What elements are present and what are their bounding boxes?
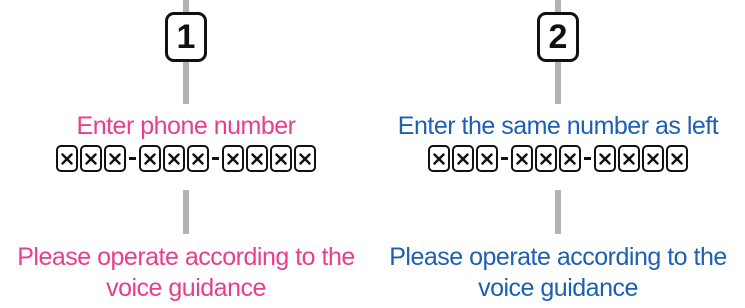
- digit-placeholder-box: [163, 145, 185, 172]
- number-separator: [501, 157, 508, 160]
- step-2-column: 2 Enter the same number as left Please o…: [372, 0, 744, 308]
- step-1-column: 1 Enter phone number Please operate acco…: [0, 0, 372, 308]
- connector-line-bottom: [555, 190, 561, 234]
- digit-placeholder-box: [511, 145, 533, 172]
- phone-number-mask: [0, 145, 372, 172]
- digit-placeholder-box: [559, 145, 581, 172]
- digit-placeholder-box: [642, 145, 664, 172]
- digit-placeholder-box: [270, 145, 292, 172]
- digit-placeholder-box: [535, 145, 557, 172]
- cross-icon: [671, 152, 683, 165]
- digit-placeholder-box: [56, 145, 78, 172]
- digit-placeholder-box: [139, 145, 161, 172]
- cross-icon: [433, 152, 445, 165]
- number-separator: [584, 157, 591, 160]
- cross-icon: [481, 152, 493, 165]
- cross-icon: [564, 152, 576, 165]
- cross-icon: [85, 152, 97, 165]
- digit-placeholder-box: [476, 145, 498, 172]
- digit-placeholder-box: [452, 145, 474, 172]
- cross-icon: [647, 152, 659, 165]
- cross-icon: [144, 152, 156, 165]
- connector-line-mid: [555, 62, 561, 104]
- digit-placeholder-box: [666, 145, 688, 172]
- step-2-title: Enter the same number as left: [397, 112, 719, 140]
- digit-placeholder-box: [187, 145, 209, 172]
- digit-placeholder-box: [618, 145, 640, 172]
- cross-icon: [192, 152, 204, 165]
- number-separator: [212, 157, 219, 160]
- cross-icon: [168, 152, 180, 165]
- cross-icon: [227, 152, 239, 165]
- digit-placeholder-box: [80, 145, 102, 172]
- step-1-guidance: Please operate according to the voice gu…: [17, 243, 355, 302]
- connector-line-top: [555, 0, 561, 12]
- number-separator: [129, 157, 136, 160]
- digit-placeholder-box: [428, 145, 450, 172]
- step-2-guidance: Please operate according to the voice gu…: [389, 243, 727, 302]
- cross-icon: [109, 152, 121, 165]
- digit-placeholder-box: [594, 145, 616, 172]
- connector-line-mid: [183, 62, 189, 104]
- cross-icon: [516, 152, 528, 165]
- digit-placeholder-box: [104, 145, 126, 172]
- digit-placeholder-box: [222, 145, 244, 172]
- cross-icon: [251, 152, 263, 165]
- step-1-title: Enter phone number: [76, 112, 296, 140]
- digit-placeholder-box: [246, 145, 268, 172]
- phone-number-mask: [372, 145, 744, 172]
- step-1-badge: 1: [165, 12, 207, 62]
- connector-line-bottom: [183, 190, 189, 234]
- cross-icon: [299, 152, 311, 165]
- cross-icon: [540, 152, 552, 165]
- digit-placeholder-box: [294, 145, 316, 172]
- cross-icon: [61, 152, 73, 165]
- cross-icon: [275, 152, 287, 165]
- cross-icon: [457, 152, 469, 165]
- cross-icon: [623, 152, 635, 165]
- step-2-badge: 2: [537, 12, 579, 62]
- cross-icon: [599, 152, 611, 165]
- connector-line-top: [183, 0, 189, 12]
